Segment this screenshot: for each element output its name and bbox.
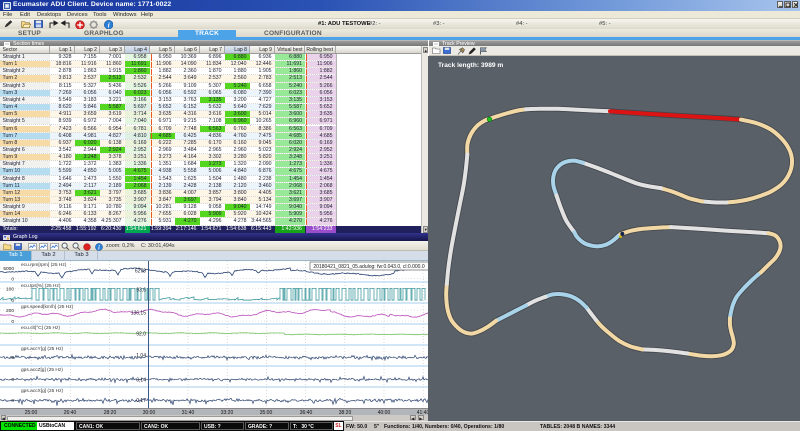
svg-text:0: 0 [11,398,14,404]
svg-text:0: 0 [11,276,14,282]
svg-text:136,15: 136,15 [131,310,147,316]
svg-text:gps.speed[km/h] (25 Hz): gps.speed[km/h] (25 Hz) [21,303,74,309]
svg-text:0: 0 [11,355,14,361]
svg-text:gps.accZ[g] (25 Hz): gps.accZ[g] (25 Hz) [21,366,63,372]
svg-text:5000: 5000 [3,265,14,271]
svg-text:200: 200 [6,308,14,314]
svg-text:100: 100 [6,286,14,292]
svg-text:6270: 6270 [135,268,146,274]
svg-text:0: 0 [11,297,14,303]
svg-text:gps.accX[g] (25 Hz): gps.accX[g] (25 Hz) [21,387,64,393]
svg-text:ecu.clt[°C] (25 Hz): ecu.clt[°C] (25 Hz) [21,324,60,330]
svg-text:93,6: 93,6 [136,287,146,293]
svg-text:0,17: 0,17 [136,398,146,404]
svg-text:92,0: 92,0 [136,331,146,337]
svg-text:gps.accY[g] (25 Hz): gps.accY[g] (25 Hz) [21,345,64,351]
svg-text:0: 0 [11,318,14,324]
svg-text:1,04: 1,04 [136,352,146,358]
svg-text:20180421_0821_05.adulog: fw:0.: 20180421_0821_05.adulog: fw:0.043.0, cl:… [313,264,424,270]
svg-text:0,14: 0,14 [136,377,146,383]
svg-text:0: 0 [11,377,14,383]
svg-text:ecu.rpm[rpm] (25 Hz): ecu.rpm[rpm] (25 Hz) [21,261,67,267]
svg-text:ecu.tps[%] (25 Hz): ecu.tps[%] (25 Hz) [21,282,61,288]
